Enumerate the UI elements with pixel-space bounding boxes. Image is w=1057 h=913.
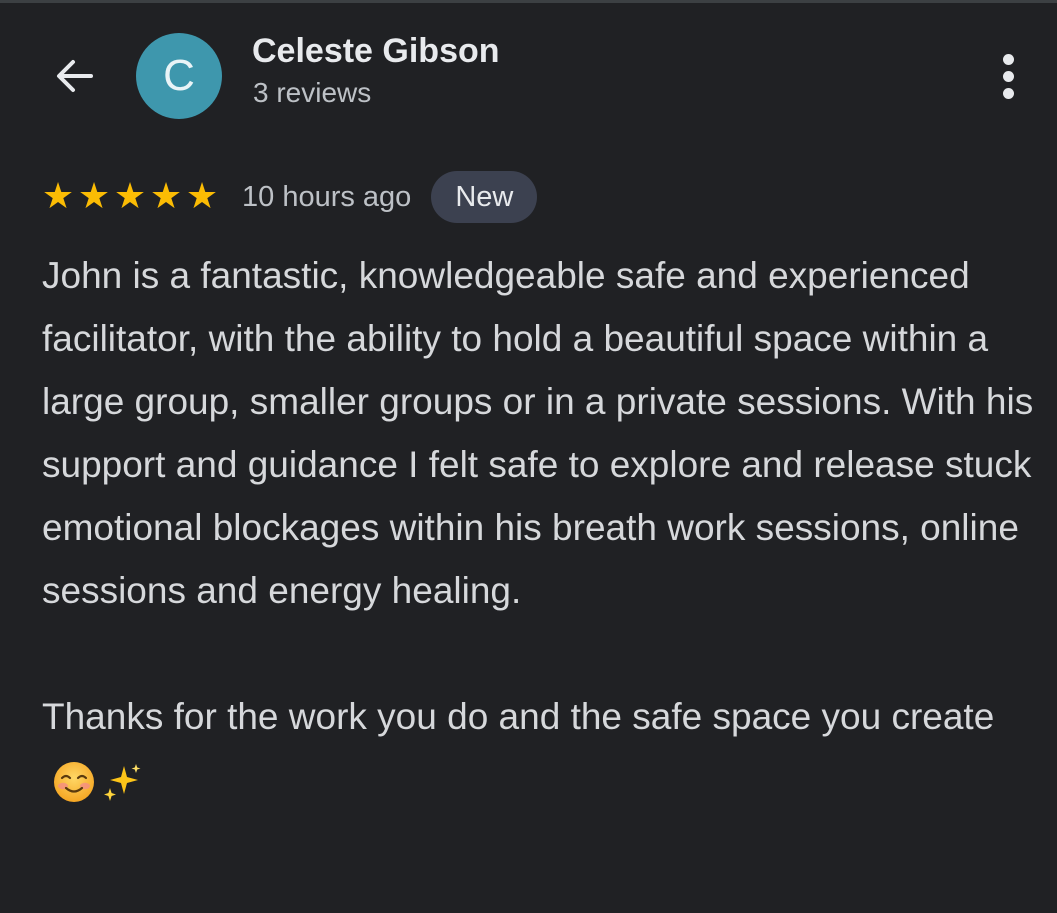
star-icon: ★: [113, 176, 147, 217]
review-paragraph-2: Thanks for the work you do and the safe …: [42, 685, 1042, 811]
arrow-left-icon: [57, 60, 93, 92]
smiling-face-blush-emoji: [54, 762, 94, 803]
review-header: C Celeste Gibson 3 reviews: [0, 0, 1057, 150]
reviewer-name[interactable]: Celeste Gibson: [252, 32, 500, 71]
star-icon: ★: [41, 176, 75, 217]
review-paragraph-2-text: Thanks for the work you do and the safe …: [42, 696, 995, 737]
new-badge: New: [431, 171, 538, 223]
star-rating: ★ ★ ★ ★ ★: [40, 179, 220, 215]
back-button[interactable]: [44, 50, 104, 102]
trailing-emoji: [52, 760, 144, 804]
review-paragraph-1: John is a fantastic, knowledgeable safe …: [42, 244, 1042, 622]
avatar-letter: C: [163, 51, 195, 100]
star-icon: ★: [185, 176, 219, 217]
more-vert-icon: [1002, 53, 1014, 65]
review-time: 10 hours ago: [242, 180, 412, 213]
avatar[interactable]: C: [136, 33, 222, 119]
review-text: John is a fantastic, knowledgeable safe …: [42, 244, 1042, 811]
star-icon: ★: [149, 176, 183, 217]
more-vert-icon: [1002, 87, 1014, 99]
star-icon: ★: [77, 176, 111, 217]
review-count[interactable]: 3 reviews: [253, 77, 371, 109]
more-options-button[interactable]: [986, 48, 1030, 104]
review-meta: ★ ★ ★ ★ ★ 10 hours ago New: [40, 170, 538, 224]
more-vert-icon: [1002, 70, 1014, 82]
sparkles-emoji: [104, 764, 141, 802]
review-paragraph-1-text: John is a fantastic, knowledgeable safe …: [42, 255, 1034, 611]
